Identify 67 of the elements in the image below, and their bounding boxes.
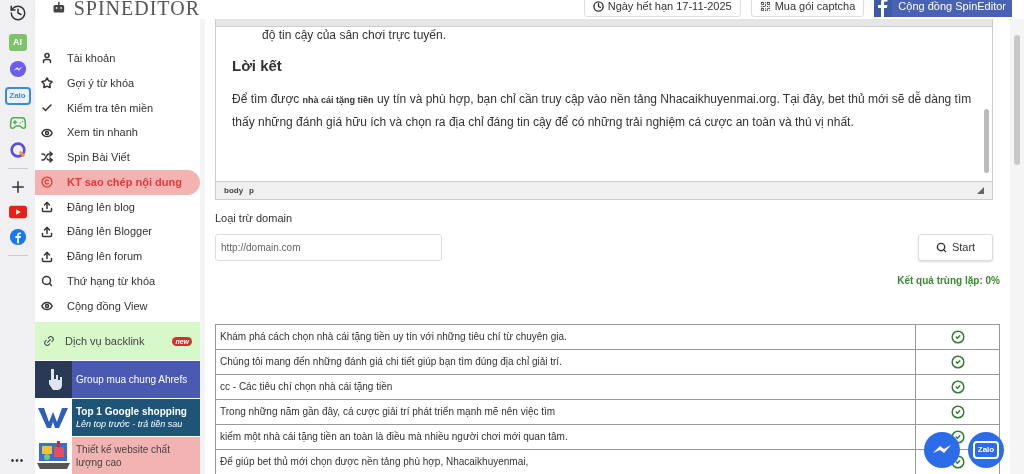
clock-icon [592,0,604,12]
upload-icon [41,250,53,263]
text-editor[interactable] [215,19,993,200]
star-icon [41,77,53,90]
sentence-cell: kiếm một nhà cái tặng tiền an toàn là điều mà nhiều người chơi mới quan tâm. [215,424,916,449]
list-item-text: độ tin cậy của sân chơi trực tuyến. [261,27,447,43]
sidebar-item[interactable]: Spin Bài Viết [35,145,200,170]
sidebar-item[interactable]: Gợi ý từ khóa [35,70,200,96]
element-path[interactable]: body [224,184,244,197]
sidebar-item[interactable]: Thứ hạng từ khóa [35,268,200,294]
promo-title: Group mua chung Ahrefs [76,373,188,387]
promo-subtitle: Lên top trước - trả tiền sau [76,417,184,431]
resize-grip-icon[interactable] [977,187,984,194]
upload-icon [41,225,53,238]
check-icon [41,101,53,114]
sentence-cell: Trong những năm gần đây, cá cược giải trí phát triển mạnh mẽ nên việc tìm [215,399,916,424]
section-heading: Lời kết [232,56,283,76]
search-icon [935,241,947,253]
eye-icon [41,126,53,139]
hand-pointer-icon [35,361,72,399]
more-button[interactable]: ••• [10,453,25,468]
start-button[interactable]: Start [918,233,993,261]
sentence-cell: Khám phá cách chọn nhà cái tặng tiền uy tín với những tiêu chí từ chuyên gia. [215,324,916,349]
check-circle-icon [950,354,965,369]
user-icon [41,52,53,65]
check-circle-icon [950,379,965,394]
paragraph: Để tìm được nhà cái tặng tiền uy tín và phù hợp, bạn chỉ cần truy cập vào nền tảng Nhacaikhuyenmai.org. Tại đây, bet thủ mới sẽ dễ dàng tìm thấy những đánh giá hữu ích và chọn ra địa chỉ đáng tin cậy để có những trải nghiệm cá cược an toàn và thú vị nhất. [232,90,973,131]
check-circle-icon [950,329,965,344]
promo-banner[interactable]: Thiết kế website chất lượng cao [35,437,200,474]
sidebar-item[interactable]: Đăng lên forum [35,244,200,269]
shuffle-icon [41,151,53,164]
sentence-cell: Chúng tôi mang đến những đánh giá chi tiết giúp bạn tìm đúng địa chỉ giải trí. [215,349,916,374]
field-label: Loại trừ domain [215,211,294,226]
check-circle-icon [950,404,965,419]
messenger-icon[interactable] [8,60,27,78]
promo-title: Thiết kế website chất lượng cao [76,442,171,469]
sidebar-item[interactable]: Tài khoản [35,46,200,71]
qr-code-icon [759,0,771,12]
element-path[interactable]: p [249,184,254,197]
expiry-button[interactable]: Ngày hết hạn 17-11-2025 [583,0,741,17]
app-logo: SPINEDITOR [73,0,200,19]
sidebar-item[interactable]: Cộng đồng View [35,293,200,319]
upload-icon [41,200,53,213]
eye-icon [41,300,53,313]
messenger-chat-button[interactable] [924,432,960,468]
history-icon[interactable] [8,4,27,22]
facebook-icon[interactable] [8,228,27,246]
youtube-icon[interactable] [8,205,27,219]
captcha-button[interactable]: Mua gói captcha [750,0,865,17]
promo-title: Top 1 Google shopping [76,404,187,418]
sidebar-item[interactable]: Đăng lên Blogger [35,219,200,245]
domain-input[interactable]: http://domain.com [215,233,442,261]
sidebar-item[interactable]: Xem tin nhanh [35,120,200,146]
duplicate-result: Kết quả trùng lặp: 0% [897,273,1000,288]
copyright-icon [41,176,53,189]
search-icon [41,275,53,288]
q-logo-icon[interactable] [8,141,27,159]
sentence-cell: cc - Các tiêu chí chọn nhà cái tặng tiền [215,374,916,399]
sidebar-item[interactable]: Kiểm tra tên miền [35,95,200,121]
community-button[interactable]: Cộng đồng SpinEditor [874,0,1012,17]
promo-banner[interactable]: Top 1 Google shopping Lên top trước - trả tiền sau [35,399,200,437]
promo-banner[interactable]: Group mua chung Ahrefs [35,361,200,399]
sentence-cell: Để giúp bet thủ mới chọn được nền tảng phù hợp, Nhacaikhuyenmai, [215,449,916,474]
gamepad-icon[interactable] [8,114,27,132]
scrollbar-thumb[interactable] [984,109,989,173]
page-scrollbar-thumb[interactable] [1014,35,1020,165]
sidebar-item[interactable]: Đăng lên blog [35,194,200,220]
